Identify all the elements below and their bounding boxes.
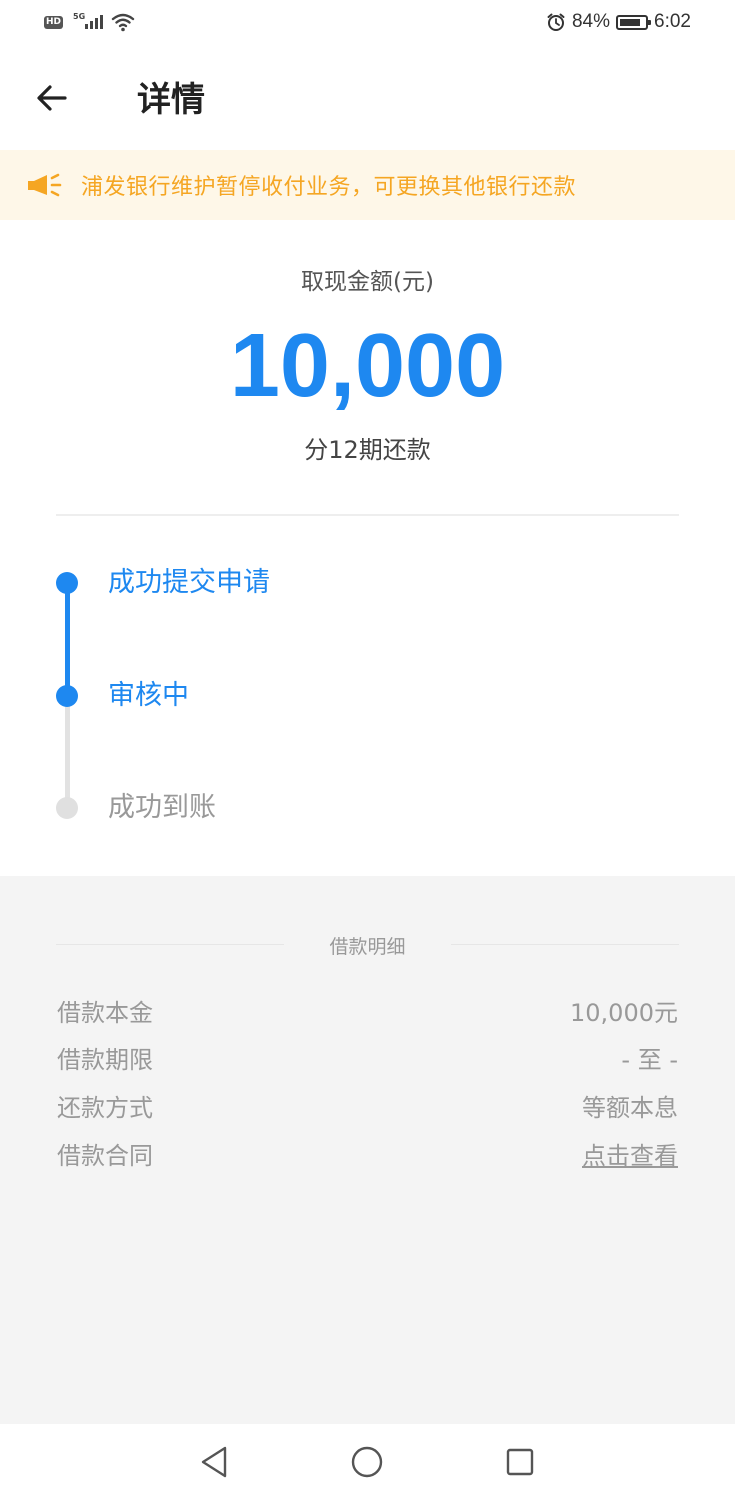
status-left-group: HD 5G: [44, 11, 135, 33]
notice-text: 浦发银行维护暂停收付业务，可更换其他银行还款: [81, 175, 577, 200]
battery-icon: [616, 14, 652, 30]
detail-value-repayment-method: 等额本息: [582, 1094, 678, 1122]
home-circle-icon: [351, 1446, 383, 1478]
notice-banner: 浦发银行维护暂停收付业务，可更换其他银行还款: [0, 150, 735, 220]
battery-percent: 84%: [571, 11, 611, 32]
amount-label: 取现金额(元): [301, 269, 434, 295]
detail-value-term: - 至 -: [621, 1046, 678, 1074]
nav-back-button[interactable]: [184, 1432, 244, 1492]
alarm-icon: [547, 13, 565, 31]
battery-level-fill: [620, 18, 641, 26]
timeline-dot-arrived: [56, 797, 78, 819]
timeline-line-pending: [65, 696, 70, 809]
page-title: 详情: [137, 80, 205, 120]
clock-time: 6:02: [654, 11, 691, 32]
nav-recents-button[interactable]: [490, 1432, 550, 1492]
detail-label-principal: 借款本金: [57, 999, 153, 1027]
timeline-step-reviewing: 审核中: [108, 680, 189, 711]
timeline-line-completed: [65, 583, 70, 696]
detail-label-contract: 借款合同: [57, 1142, 153, 1170]
timeline-dot-reviewing: [56, 685, 78, 707]
amount-value: 10,000: [229, 316, 506, 416]
timeline-step-submitted: 成功提交申请: [108, 567, 270, 598]
details-title: 借款明细: [329, 936, 406, 958]
timeline-step-arrived: 成功到账: [108, 792, 216, 823]
back-triangle-icon: [201, 1446, 227, 1478]
back-button[interactable]: [28, 76, 76, 120]
arrow-left-icon: [37, 85, 67, 111]
detail-label-term: 借款期限: [57, 1046, 153, 1074]
view-contract-link[interactable]: 点击查看: [582, 1140, 678, 1172]
hd-icon: HD: [44, 15, 64, 29]
megaphone-icon: [28, 173, 62, 197]
detail-value-principal: 10,000元: [570, 999, 678, 1027]
network-type-label: 5G: [73, 11, 86, 21]
installments-text: 分12期还款: [304, 436, 431, 464]
recents-square-icon: [506, 1448, 534, 1476]
nav-home-button[interactable]: [337, 1432, 397, 1492]
detail-label-repayment-method: 还款方式: [57, 1094, 153, 1122]
divider: [56, 514, 679, 516]
wifi-icon: [111, 13, 135, 32]
timeline-dot-submitted: [56, 572, 78, 594]
signal-icon: [85, 15, 104, 29]
status-bar: HD 5G 84% 6:02: [0, 0, 735, 46]
system-nav-bar: [0, 1424, 735, 1500]
status-right-group: 84% 6:02: [546, 10, 691, 34]
